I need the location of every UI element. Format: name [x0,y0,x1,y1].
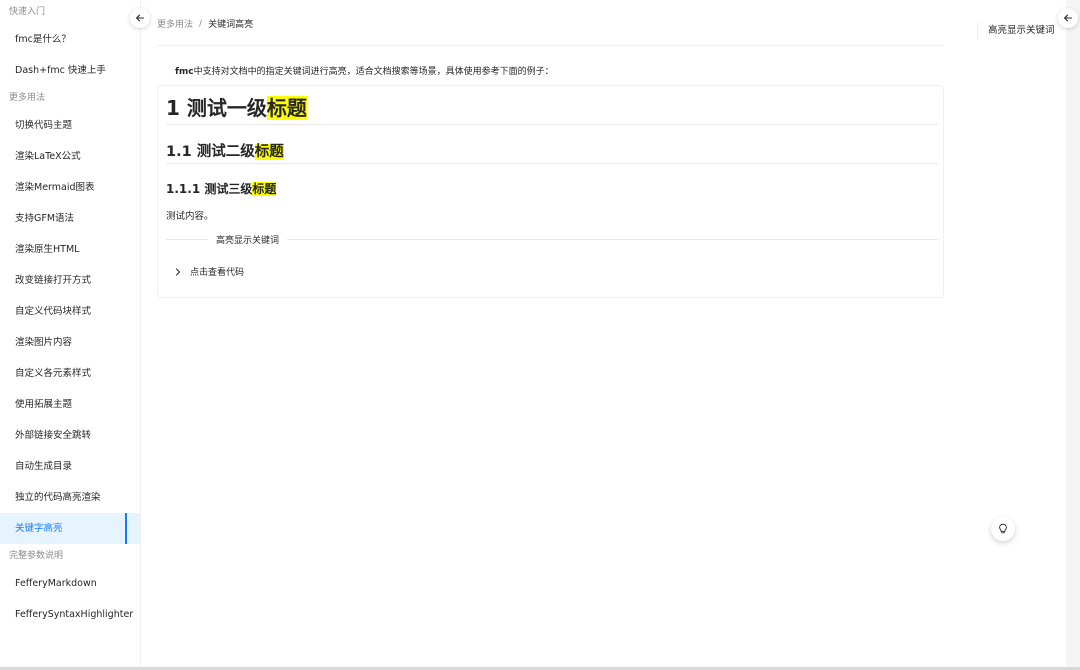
heading-3: 1.1.1 测试三级标题 [166,182,277,196]
chevron-right-icon [176,268,180,275]
sidebar-item-codeblock-style[interactable]: 自定义代码块样式 [0,296,140,327]
arrow-left-icon [1064,14,1073,22]
arrow-left-icon [136,14,145,22]
sidebar-item-mermaid[interactable]: 渲染Mermaid图表 [0,172,140,203]
heading-underline [166,124,938,125]
sidebar-item-link-target[interactable]: 改变链接打开方式 [0,265,140,296]
sidebar-item-syntax-highlight[interactable]: 独立的代码高亮渲染 [0,482,140,513]
collapse-sidebar-button[interactable] [130,8,150,28]
intro-text: fmc中支持对文档中的指定关键词进行高亮，适合文档搜索等场景，具体使用参考下面的… [175,64,554,77]
sidebar-item-quick-start[interactable]: Dash+fmc 快速上手 [0,55,140,86]
view-code-collapse[interactable]: 点击查看代码 [174,265,244,278]
intro-bold: fmc [175,67,194,77]
scrollbar[interactable] [1066,0,1080,670]
sidebar-item-safe-redirect[interactable]: 外部链接安全跳转 [0,420,140,451]
sidebar-item-what-is-fmc[interactable]: fmc是什么？ [0,24,140,55]
sidebar-item-element-styles[interactable]: 自定义各元素样式 [0,358,140,389]
sidebar-item-feffery-syntax-highlighter[interactable]: FefferySyntaxHighlighter [0,599,140,630]
sidebar-group-title: 完整参数说明 [9,551,64,561]
sidebar-item-toc[interactable]: 自动生成目录 [0,451,140,482]
float-button[interactable] [991,517,1015,541]
sidebar-item-html[interactable]: 渲染原生HTML [0,234,140,265]
sidebar-item-keyword-highlight[interactable]: 关键字高亮 [0,513,140,544]
sidebar-group-title: 快速入门 [9,7,46,17]
sidebar-item-code-theme[interactable]: 切换代码主题 [0,110,140,141]
bulb-icon [999,523,1007,534]
sidebar-item-latex[interactable]: 渲染LaTeX公式 [0,141,140,172]
collapse-toc-button[interactable] [1058,8,1078,28]
toc-item[interactable]: 高亮显示关键词 [977,22,1055,40]
collapse-label: 点击查看代码 [190,268,245,278]
sidebar-item-feffery-markdown[interactable]: FefferyMarkdown [0,568,140,599]
breadcrumb-separator: / [199,18,203,29]
header-divider [157,45,944,46]
sidebar-item-ext-theme[interactable]: 使用拓展主题 [0,389,140,420]
divider-text: 高亮显示关键词 [216,235,280,246]
intro-rest: 中支持对文档中的指定关键词进行高亮，适合文档搜索等场景，具体使用参考下面的例子： [193,67,554,77]
sidebar-nav: 快速入门 fmc是什么？ Dash+fmc 快速上手 更多用法 切换代码主题 渲… [0,0,141,670]
heading-underline [166,163,938,164]
example-card: 1 测试一级标题 1.1 测试二级标题 1.1.1 测试三级标题 测试内容。 高… [157,85,944,298]
keyword-highlight: 标题 [254,144,284,160]
sidebar-item-gfm[interactable]: 支持GFM语法 [0,203,140,234]
heading-1: 1 测试一级标题 [166,96,307,120]
sidebar-item-images[interactable]: 渲染图片内容 [0,327,140,358]
heading-2: 1.1 测试二级标题 [166,144,284,160]
breadcrumb-parent[interactable]: 更多用法 [157,17,193,30]
paragraph: 测试内容。 [166,211,214,222]
breadcrumb-current: 关键词高亮 [208,20,254,30]
sidebar-group-title: 更多用法 [9,93,46,103]
keyword-highlight: 标题 [252,182,277,196]
breadcrumb: 更多用法 / 关键词高亮 [157,17,254,31]
keyword-highlight: 标题 [266,96,307,120]
section-divider: 高亮显示关键词 [166,232,938,246]
